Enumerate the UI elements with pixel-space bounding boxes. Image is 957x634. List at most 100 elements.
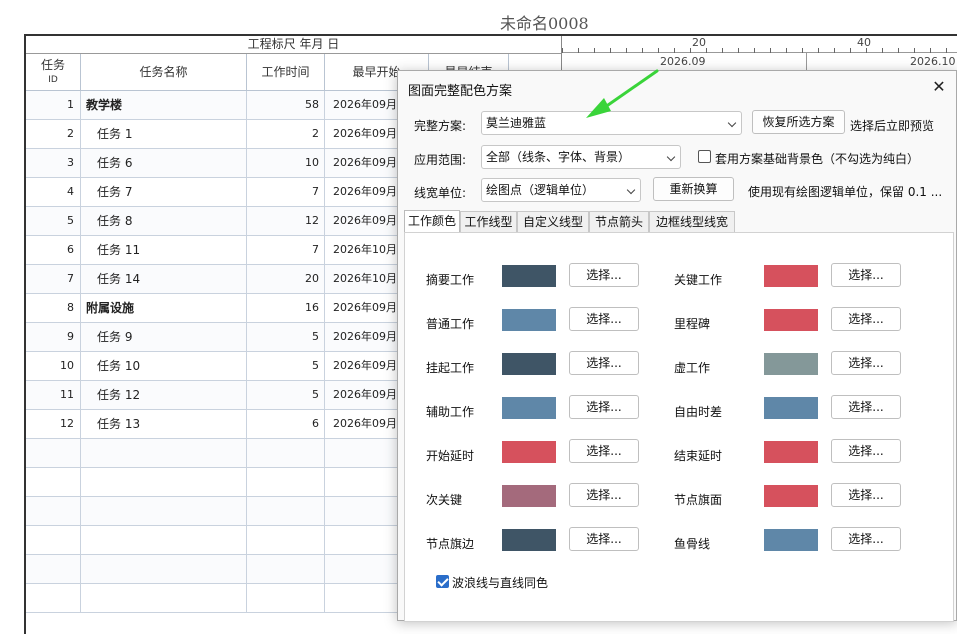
task-id-cell[interactable]: 3 [26,149,81,177]
task-duration-cell[interactable] [247,439,325,467]
task-id-cell[interactable]: 11 [26,381,81,409]
document-title: 未命名0008 [500,14,589,33]
task-name-cell[interactable] [81,526,247,554]
task-name-cell[interactable] [81,555,247,583]
task-id-cell[interactable]: 4 [26,178,81,206]
task-name-cell[interactable] [81,497,247,525]
color-swatch [502,441,556,463]
task-id-cell[interactable]: 6 [26,236,81,264]
choose-color-button[interactable]: 选择... [831,483,901,507]
task-duration-cell[interactable] [247,468,325,496]
color-item-label: 次关键 [426,493,463,507]
task-duration-cell[interactable]: 5 [247,352,325,380]
task-duration-cell[interactable] [247,555,325,583]
choose-color-button[interactable]: 选择... [569,527,639,551]
choose-color-button[interactable]: 选择... [831,351,901,375]
tab-work-line-types[interactable]: 工作线型 [460,211,517,233]
task-duration-cell[interactable] [247,526,325,554]
wave-same-color-checkbox[interactable] [436,575,449,588]
task-duration-cell[interactable] [247,497,325,525]
task-duration-cell[interactable]: 16 [247,294,325,322]
color-item-label: 自由时差 [674,405,723,419]
task-id-cell[interactable]: 5 [26,207,81,235]
task-duration-cell[interactable]: 5 [247,323,325,351]
chevron-down-icon [626,185,636,195]
task-id-cell[interactable]: 1 [26,91,81,119]
tab-node-arrows[interactable]: 节点箭头 [589,211,649,233]
task-duration-cell[interactable]: 58 [247,91,325,119]
color-item-label: 开始延时 [426,449,475,463]
color-swatch [764,309,818,331]
task-name-cell[interactable] [81,584,247,612]
task-name-cell[interactable]: 任务 6 [81,149,247,177]
choose-color-button[interactable]: 选择... [569,263,639,287]
task-name-cell[interactable] [81,468,247,496]
task-name-cell[interactable]: 任务 14 [81,265,247,293]
timeline-number: 20 [692,36,706,49]
task-name-cell[interactable] [81,439,247,467]
task-id-cell[interactable]: 2 [26,120,81,148]
task-duration-cell[interactable] [247,584,325,612]
task-duration-cell[interactable]: 6 [247,410,325,438]
choose-color-button[interactable]: 选择... [831,307,901,331]
task-id-cell[interactable] [26,555,81,583]
wave-same-color-label[interactable]: 波浪线与直线同色 [452,574,548,591]
scope-select[interactable]: 全部（线条、字体、背景） [481,145,681,169]
task-id-cell[interactable] [26,584,81,612]
unit-select-value: 绘图点（逻辑单位） [486,183,595,197]
task-name-cell[interactable]: 任务 13 [81,410,247,438]
task-id-cell[interactable] [26,439,81,467]
choose-color-button[interactable]: 选择... [569,483,639,507]
tab-work-colors[interactable]: 工作颜色 [404,210,460,234]
choose-color-button[interactable]: 选择... [569,307,639,331]
unit-select[interactable]: 绘图点（逻辑单位） [481,178,641,202]
tab-border-line-width[interactable]: 边框线型线宽 [649,211,735,233]
task-duration-cell[interactable]: 7 [247,236,325,264]
task-name-cell[interactable]: 教学楼 [81,91,247,119]
column-header-name[interactable]: 任务名称 [81,54,247,91]
task-duration-cell[interactable]: 2 [247,120,325,148]
task-id-cell[interactable] [26,526,81,554]
choose-color-button[interactable]: 选择... [569,439,639,463]
task-duration-cell[interactable]: 7 [247,178,325,206]
base-background-checkbox[interactable] [698,150,711,163]
task-name-cell[interactable]: 任务 9 [81,323,247,351]
choose-color-button[interactable]: 选择... [831,527,901,551]
choose-color-button[interactable]: 选择... [569,395,639,419]
choose-color-button[interactable]: 选择... [569,351,639,375]
task-name-cell[interactable]: 任务 8 [81,207,247,235]
task-id-cell[interactable]: 9 [26,323,81,351]
scheme-select[interactable]: 莫兰迪雅蓝 [481,111,742,135]
column-header-duration[interactable]: 工作时间 [247,54,325,91]
close-icon[interactable]: ✕ [928,77,950,97]
choose-color-button[interactable]: 选择... [831,263,901,287]
choose-color-button[interactable]: 选择... [831,395,901,419]
color-item-label: 普通工作 [426,317,475,331]
task-id-cell[interactable]: 8 [26,294,81,322]
color-swatch [502,353,556,375]
base-background-label[interactable]: 套用方案基础背景色（不勾选为纯白） [715,150,919,167]
task-duration-cell[interactable]: 12 [247,207,325,235]
restore-scheme-button[interactable]: 恢复所选方案 [752,110,845,134]
task-duration-cell[interactable]: 20 [247,265,325,293]
task-id-cell[interactable] [26,497,81,525]
task-id-cell[interactable]: 10 [26,352,81,380]
task-name-cell[interactable]: 任务 11 [81,236,247,264]
task-duration-cell[interactable]: 10 [247,149,325,177]
task-id-cell[interactable]: 7 [26,265,81,293]
chevron-down-icon [666,152,676,162]
task-name-cell[interactable]: 任务 10 [81,352,247,380]
task-id-cell[interactable] [26,468,81,496]
recalculate-button[interactable]: 重新换算 [653,177,734,201]
task-duration-cell[interactable]: 5 [247,381,325,409]
task-name-cell[interactable]: 任务 1 [81,120,247,148]
task-id-cell[interactable]: 12 [26,410,81,438]
task-name-cell[interactable]: 任务 7 [81,178,247,206]
column-header-id[interactable]: 任务 ID [26,54,81,91]
tab-custom-line-types[interactable]: 自定义线型 [517,211,589,233]
preview-note: 选择后立即预览 [850,119,935,133]
choose-color-button[interactable]: 选择... [831,439,901,463]
task-name-cell[interactable]: 任务 12 [81,381,247,409]
unit-note: 使用现有绘图逻辑单位，保留 0.1 ... [748,185,943,199]
task-name-cell[interactable]: 附属设施 [81,294,247,322]
